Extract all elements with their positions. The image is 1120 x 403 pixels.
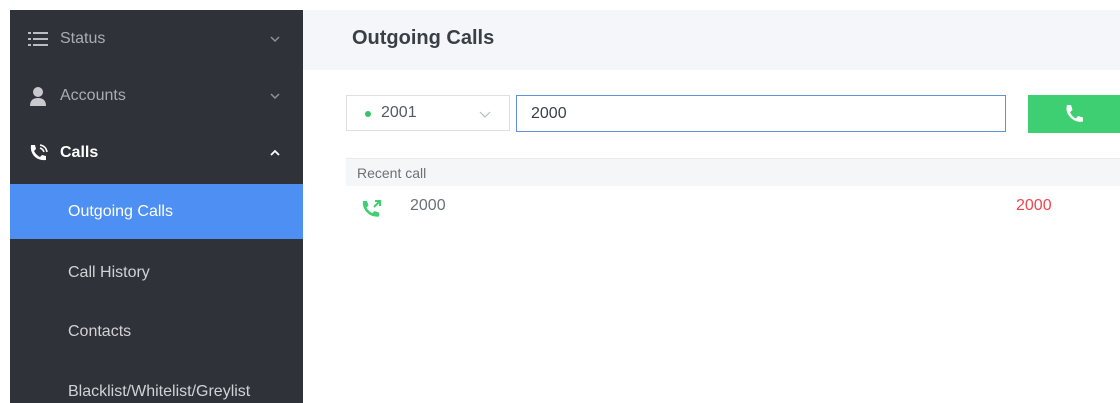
sidebar-item-label: Calls bbox=[60, 143, 99, 161]
recent-calls-header-label: Recent call bbox=[357, 165, 427, 181]
sidebar-subitem-call-history[interactable]: Call History bbox=[10, 245, 303, 300]
recent-call-number: 2000 bbox=[410, 197, 446, 214]
content-area: 2001 Recent call 2000 bbox=[323, 70, 1120, 403]
sidebar-item-accounts[interactable]: Accounts bbox=[10, 67, 303, 124]
chevron-down-icon bbox=[270, 92, 280, 99]
status-dot bbox=[365, 111, 371, 117]
sidebar-subitem-label: Contacts bbox=[68, 322, 132, 340]
sidebar-subitem-label: Outgoing Calls bbox=[68, 202, 173, 220]
phone-wave-icon bbox=[27, 142, 49, 164]
account-select-value: 2001 bbox=[381, 104, 417, 121]
chevron-down-icon bbox=[479, 111, 491, 118]
sidebar-subitem-label: Blacklist/Whitelist/Greylist bbox=[68, 382, 251, 400]
top-spacer bbox=[10, 0, 1120, 10]
sidebar-subitem-outgoing-calls[interactable]: Outgoing Calls bbox=[10, 184, 303, 239]
call-button[interactable] bbox=[1028, 95, 1120, 133]
account-select[interactable]: 2001 bbox=[346, 95, 510, 131]
sidebar-item-calls[interactable]: Calls bbox=[10, 124, 303, 181]
page-header: Outgoing Calls bbox=[303, 10, 1120, 70]
recent-call-contact[interactable]: 2000 bbox=[1016, 197, 1052, 215]
sidebar-subitem-contacts[interactable]: Contacts bbox=[10, 304, 303, 359]
outgoing-call-icon bbox=[362, 200, 381, 217]
chevron-up-icon bbox=[270, 149, 280, 156]
sidebar-item-label: Accounts bbox=[60, 86, 126, 104]
main-panel: Outgoing Calls 2001 Recent call bbox=[303, 10, 1120, 403]
sidebar: Status Accounts Calls Outgoing Calls Cal… bbox=[10, 10, 303, 403]
list-icon bbox=[27, 28, 49, 50]
recent-calls-header: Recent call bbox=[346, 158, 1120, 186]
dial-number-input[interactable] bbox=[516, 95, 1006, 132]
app-window: Status Accounts Calls Outgoing Calls Cal… bbox=[0, 0, 1120, 403]
user-icon bbox=[27, 85, 49, 107]
page-title: Outgoing Calls bbox=[352, 27, 495, 49]
phone-icon bbox=[1066, 105, 1083, 122]
recent-call-row[interactable]: 2000 2000 bbox=[346, 187, 1120, 243]
sidebar-item-status[interactable]: Status bbox=[10, 10, 303, 67]
sidebar-item-label: Status bbox=[60, 29, 106, 47]
sidebar-subitem-blacklist[interactable]: Blacklist/Whitelist/Greylist bbox=[10, 364, 303, 403]
chevron-down-icon bbox=[270, 35, 280, 42]
sidebar-subitem-label: Call History bbox=[68, 263, 150, 281]
